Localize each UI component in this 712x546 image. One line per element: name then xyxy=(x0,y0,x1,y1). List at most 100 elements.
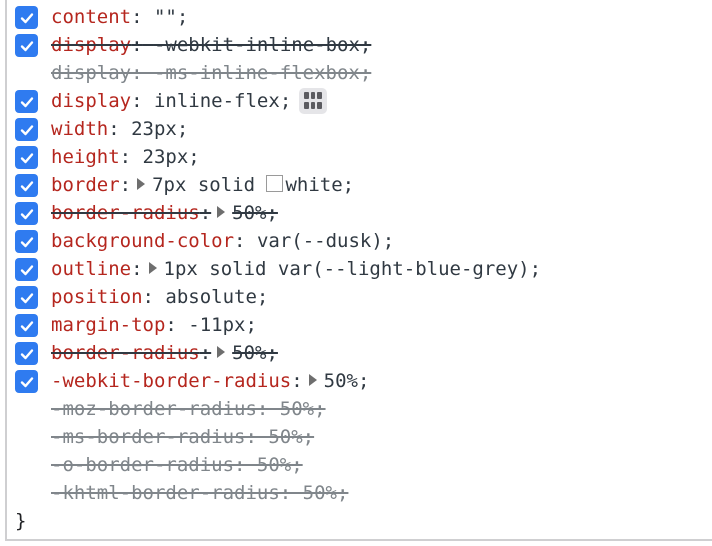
declaration-checkbox[interactable] xyxy=(15,230,38,253)
property-value[interactable]: 7px solid xyxy=(152,174,266,196)
property-value[interactable]: inline-flex; xyxy=(154,90,291,112)
property-value[interactable]: 50%; xyxy=(232,202,278,224)
declaration-text: -khtml-border-radius: 50%; xyxy=(51,479,348,507)
property-value[interactable]: ""; xyxy=(154,6,188,28)
inactive-declaration[interactable]: -khtml-border-radius: 50%; xyxy=(51,482,348,504)
inactive-declaration[interactable]: -moz-border-radius: 50%; xyxy=(51,398,326,420)
css-declaration-row[interactable]: -o-border-radius: 50%; xyxy=(0,451,712,479)
expand-triangle-icon[interactable] xyxy=(308,373,317,386)
declaration-text: display: -webkit-inline-box; xyxy=(51,31,371,59)
property-name[interactable]: border-radius xyxy=(51,202,200,224)
checkmark-icon xyxy=(20,236,33,247)
inactive-declaration[interactable]: -ms-border-radius: 50%; xyxy=(51,426,314,448)
property-value[interactable]: absolute; xyxy=(165,286,268,308)
property-name[interactable]: margin-top xyxy=(51,314,165,336)
property-value[interactable]: 23px; xyxy=(131,118,188,140)
property-name[interactable]: display xyxy=(51,90,131,112)
checkmark-icon xyxy=(20,40,33,51)
panel-bottom-border xyxy=(5,539,712,541)
flex-cell xyxy=(304,101,310,109)
declaration-checkbox[interactable] xyxy=(15,6,38,29)
declaration-checkbox[interactable] xyxy=(15,202,38,225)
colon: : xyxy=(199,342,212,364)
css-declaration-row[interactable]: content: ""; xyxy=(0,3,712,31)
declaration-checkbox[interactable] xyxy=(15,34,38,57)
css-declaration-row[interactable]: border-radius: 50%; xyxy=(0,339,712,367)
css-declaration-row[interactable]: display: -webkit-inline-box; xyxy=(0,31,712,59)
css-declaration-row[interactable]: -moz-border-radius: 50%; xyxy=(0,395,712,423)
expand-triangle-icon[interactable] xyxy=(217,345,226,358)
declaration-checkbox[interactable] xyxy=(15,174,38,197)
property-name[interactable]: content xyxy=(51,6,131,28)
declaration-text: -webkit-border-radius: 50%; xyxy=(51,367,369,395)
declaration-text: outline: 1px solid var(--light-blue-grey)… xyxy=(51,255,541,283)
css-declaration-row[interactable]: display: -ms-inline-flexbox; xyxy=(0,59,712,87)
property-value[interactable]: var(--dusk); xyxy=(257,230,394,252)
checkmark-icon xyxy=(20,12,33,23)
css-declaration-row[interactable]: margin-top: -11px; xyxy=(0,311,712,339)
flex-cell xyxy=(317,101,323,109)
property-name[interactable]: height xyxy=(51,146,120,168)
colon: : xyxy=(131,34,143,56)
color-swatch[interactable] xyxy=(266,175,284,192)
declaration-checkbox[interactable] xyxy=(15,286,38,309)
flexbox-editor-icon[interactable] xyxy=(299,87,328,114)
property-value[interactable]: 50%; xyxy=(232,342,278,364)
property-name[interactable]: position xyxy=(51,286,143,308)
property-name[interactable]: border-radius xyxy=(51,342,200,364)
inactive-declaration[interactable]: display: -ms-inline-flexbox; xyxy=(51,62,371,84)
property-name[interactable]: width xyxy=(51,118,108,140)
property-value[interactable]: -11px; xyxy=(188,314,257,336)
property-name[interactable]: border xyxy=(51,174,120,196)
css-declaration-row[interactable]: -ms-border-radius: 50%; xyxy=(0,423,712,451)
checkmark-icon xyxy=(20,96,33,107)
inactive-declaration[interactable]: -o-border-radius: 50%; xyxy=(51,454,303,476)
declaration-checkbox[interactable] xyxy=(15,314,38,337)
css-declaration-row[interactable]: height: 23px; xyxy=(0,143,712,171)
property-name[interactable]: outline xyxy=(51,258,131,280)
declaration-checkbox[interactable] xyxy=(15,118,38,141)
css-declaration-row[interactable]: outline: 1px solid var(--light-blue-grey)… xyxy=(0,255,712,283)
flex-cell xyxy=(304,91,310,99)
declaration-text: display: inline-flex; xyxy=(51,87,328,115)
property-name[interactable]: -webkit-border-radius xyxy=(51,370,291,392)
declaration-text: position: absolute; xyxy=(51,283,268,311)
checkmark-icon xyxy=(20,320,33,331)
property-value[interactable]: 50%; xyxy=(324,370,370,392)
property-value[interactable]: white; xyxy=(285,174,354,196)
css-declaration-row[interactable]: border-radius: 50%; xyxy=(0,199,712,227)
expand-triangle-icon[interactable] xyxy=(148,261,157,274)
colon: : xyxy=(131,258,143,280)
declaration-checkbox[interactable] xyxy=(15,146,38,169)
declaration-checkbox[interactable] xyxy=(15,342,38,365)
declaration-text: -o-border-radius: 50%; xyxy=(51,451,303,479)
checkmark-icon xyxy=(20,208,33,219)
flex-cell xyxy=(310,101,315,109)
css-declaration-row[interactable]: -khtml-border-radius: 50%; xyxy=(0,479,712,507)
css-declaration-row[interactable]: position: absolute; xyxy=(0,283,712,311)
declaration-checkbox[interactable] xyxy=(15,370,38,393)
css-declaration-row[interactable]: -webkit-border-radius: 50%; xyxy=(0,367,712,395)
declaration-checkbox[interactable] xyxy=(15,258,38,281)
property-value[interactable]: 1px solid var(--light-blue-grey); xyxy=(164,258,542,280)
declaration-checkbox[interactable] xyxy=(15,90,38,113)
css-declaration-row[interactable]: background-color: var(--dusk); xyxy=(0,227,712,255)
css-declaration-row[interactable]: display: inline-flex; xyxy=(0,87,712,115)
declaration-text: display: -ms-inline-flexbox; xyxy=(51,59,371,87)
property-name[interactable]: display xyxy=(51,34,131,56)
css-declaration-row[interactable]: width: 23px; xyxy=(0,115,712,143)
property-name[interactable]: background-color xyxy=(51,230,234,252)
expand-triangle-icon[interactable] xyxy=(217,205,226,218)
expand-triangle-icon[interactable] xyxy=(137,177,146,190)
css-declaration-row[interactable]: border: 7px solid white; xyxy=(0,171,712,199)
colon: : xyxy=(108,118,120,140)
property-value[interactable]: -webkit-inline-box; xyxy=(154,34,371,56)
property-value[interactable]: 23px; xyxy=(143,146,200,168)
